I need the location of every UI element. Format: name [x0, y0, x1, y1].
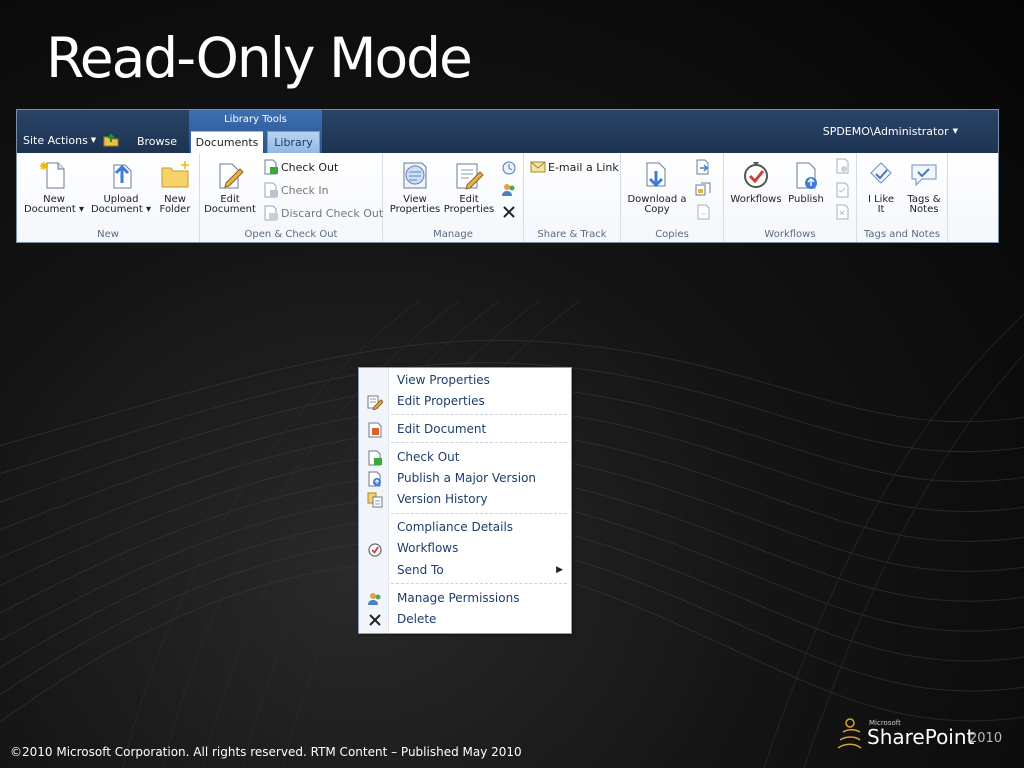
download-copy-button[interactable]: Download a Copy: [623, 159, 691, 215]
group-share-track: E-mail a Link Share & Track: [524, 153, 621, 242]
group-label-new: New: [97, 229, 119, 240]
user-name: SPDEMO\Administrator: [822, 125, 949, 138]
i-like-it-button[interactable]: I Like It: [861, 159, 901, 215]
upload-document-button[interactable]: Upload Document ▾: [89, 159, 153, 215]
publish-icon: [368, 471, 381, 487]
email-icon: [530, 161, 546, 173]
edit-document-button[interactable]: Edit Document: [202, 159, 258, 215]
send-to-icon[interactable]: [695, 159, 711, 175]
group-label-open: Open & Check Out: [244, 229, 338, 240]
new-folder-button[interactable]: New Folder: [155, 159, 195, 215]
publish-icon: [796, 162, 817, 189]
user-menu[interactable]: SPDEMO\Administrator ▼: [823, 125, 958, 138]
navigate-up-icon[interactable]: [103, 133, 119, 147]
download-copy-icon: [646, 162, 666, 188]
go-to-source-icon[interactable]: [695, 204, 711, 220]
view-properties-icon: [403, 162, 427, 189]
sharepoint-logo-icon: [837, 718, 862, 749]
context-group-label: Library Tools: [224, 114, 287, 125]
logo-version: 2010: [969, 731, 1003, 746]
cancel-approval-icon[interactable]: [834, 204, 850, 220]
view-properties-button[interactable]: View Properties: [387, 159, 443, 215]
group-manage: View Properties Edit Properties Manage: [383, 153, 524, 242]
logo-product: SharePoint: [867, 725, 975, 749]
new-document-icon: [40, 162, 65, 189]
check-in-icon: [264, 182, 278, 198]
delete-icon: [369, 614, 381, 626]
menu-item-manage-permissions[interactable]: Manage Permissions: [359, 588, 571, 609]
workflows-icon: [368, 543, 382, 557]
manage-permissions-icon: [368, 593, 381, 605]
discard-check-out-button[interactable]: Discard Check Out: [263, 205, 383, 223]
group-open-check-out: Edit Document Check Out Check In Discard…: [200, 153, 383, 242]
edit-properties-icon: [367, 395, 383, 410]
submenu-arrow-icon: ▶: [556, 565, 563, 575]
menu-separator: [391, 513, 567, 514]
version-history-icon[interactable]: [501, 160, 517, 176]
edit-properties-button[interactable]: Edit Properties: [441, 159, 497, 215]
menu-item-check-out[interactable]: Check Out: [359, 447, 571, 468]
upload-document-icon: [113, 164, 132, 189]
group-copies: Download a Copy Copies: [621, 153, 724, 242]
unpublish-icon[interactable]: [834, 158, 850, 174]
group-new: New Document ▾ Upload Document ▾ New Fol…: [17, 153, 200, 242]
manage-permissions-icon[interactable]: [501, 182, 517, 198]
workflows-icon: [744, 162, 768, 188]
menu-item-delete[interactable]: Delete: [359, 609, 571, 630]
manage-copies-icon[interactable]: [695, 182, 711, 198]
tab-library[interactable]: Library: [267, 131, 320, 153]
group-label-tags: Tags and Notes: [863, 229, 941, 240]
group-label-manage: Manage: [433, 229, 473, 240]
group-label-workflows: Workflows: [764, 229, 816, 240]
tags-notes-icon: [911, 164, 937, 187]
check-out-icon: [368, 450, 382, 466]
workflows-button[interactable]: Workflows: [728, 159, 784, 205]
menu-item-view-properties[interactable]: View Properties: [359, 370, 571, 391]
check-out-icon: [264, 159, 278, 175]
menu-item-send-to[interactable]: Send To ▶: [359, 560, 571, 581]
check-in-button[interactable]: Check In: [263, 182, 329, 200]
slide-title: Read-Only Mode: [46, 26, 473, 90]
caret-down-icon: ▼: [952, 127, 958, 135]
edit-document-icon: [219, 163, 244, 189]
site-actions-menu[interactable]: Site Actions ▼: [23, 134, 96, 147]
tab-documents[interactable]: Documents: [191, 131, 263, 153]
new-folder-icon: [161, 161, 189, 188]
menu-item-compliance-details[interactable]: Compliance Details: [359, 517, 571, 538]
menu-item-workflows[interactable]: Workflows: [359, 538, 571, 559]
group-tags-notes: I Like It Tags & Notes Tags and Notes: [857, 153, 948, 242]
tags-notes-button[interactable]: Tags & Notes: [903, 159, 945, 215]
version-history-icon: [367, 492, 383, 508]
new-document-button[interactable]: New Document ▾: [23, 159, 85, 215]
copyright-footer: ©2010 Microsoft Corporation. All rights …: [10, 745, 522, 759]
menu-item-edit-document[interactable]: Edit Document: [359, 419, 571, 440]
publish-button[interactable]: Publish: [786, 159, 826, 205]
edit-properties-icon: [456, 163, 484, 190]
site-actions-label: Site Actions: [23, 134, 88, 147]
tab-browse[interactable]: Browse: [129, 131, 185, 153]
delete-icon[interactable]: [501, 204, 517, 220]
menu-item-edit-properties[interactable]: Edit Properties: [359, 391, 571, 412]
approve-reject-icon[interactable]: [834, 182, 850, 198]
group-label-share: Share & Track: [537, 229, 607, 240]
sharepoint-ribbon: Library Tools Site Actions ▼ Browse Docum…: [16, 109, 999, 243]
document-context-menu: View Properties Edit Properties Edit Doc…: [358, 367, 572, 634]
menu-separator: [391, 583, 567, 584]
caret-down-icon: ▼: [90, 136, 97, 144]
ribbon-body: New Document ▾ Upload Document ▾ New Fol…: [17, 153, 998, 242]
edit-document-icon: [368, 422, 382, 438]
group-workflows: Workflows Publish Workflows: [724, 153, 857, 242]
group-label-copies: Copies: [655, 229, 689, 240]
check-out-button[interactable]: Check Out: [263, 159, 338, 177]
discard-check-out-icon: [264, 205, 278, 221]
sharepoint-logo: Microsoft SharePoint 2010: [834, 714, 1009, 754]
menu-item-publish-major-version[interactable]: Publish a Major Version: [359, 468, 571, 489]
menu-separator: [391, 442, 567, 443]
menu-separator: [391, 414, 567, 415]
menu-item-version-history[interactable]: Version History: [359, 489, 571, 510]
email-link-button[interactable]: E-mail a Link: [530, 159, 619, 177]
i-like-it-icon: [870, 162, 892, 184]
